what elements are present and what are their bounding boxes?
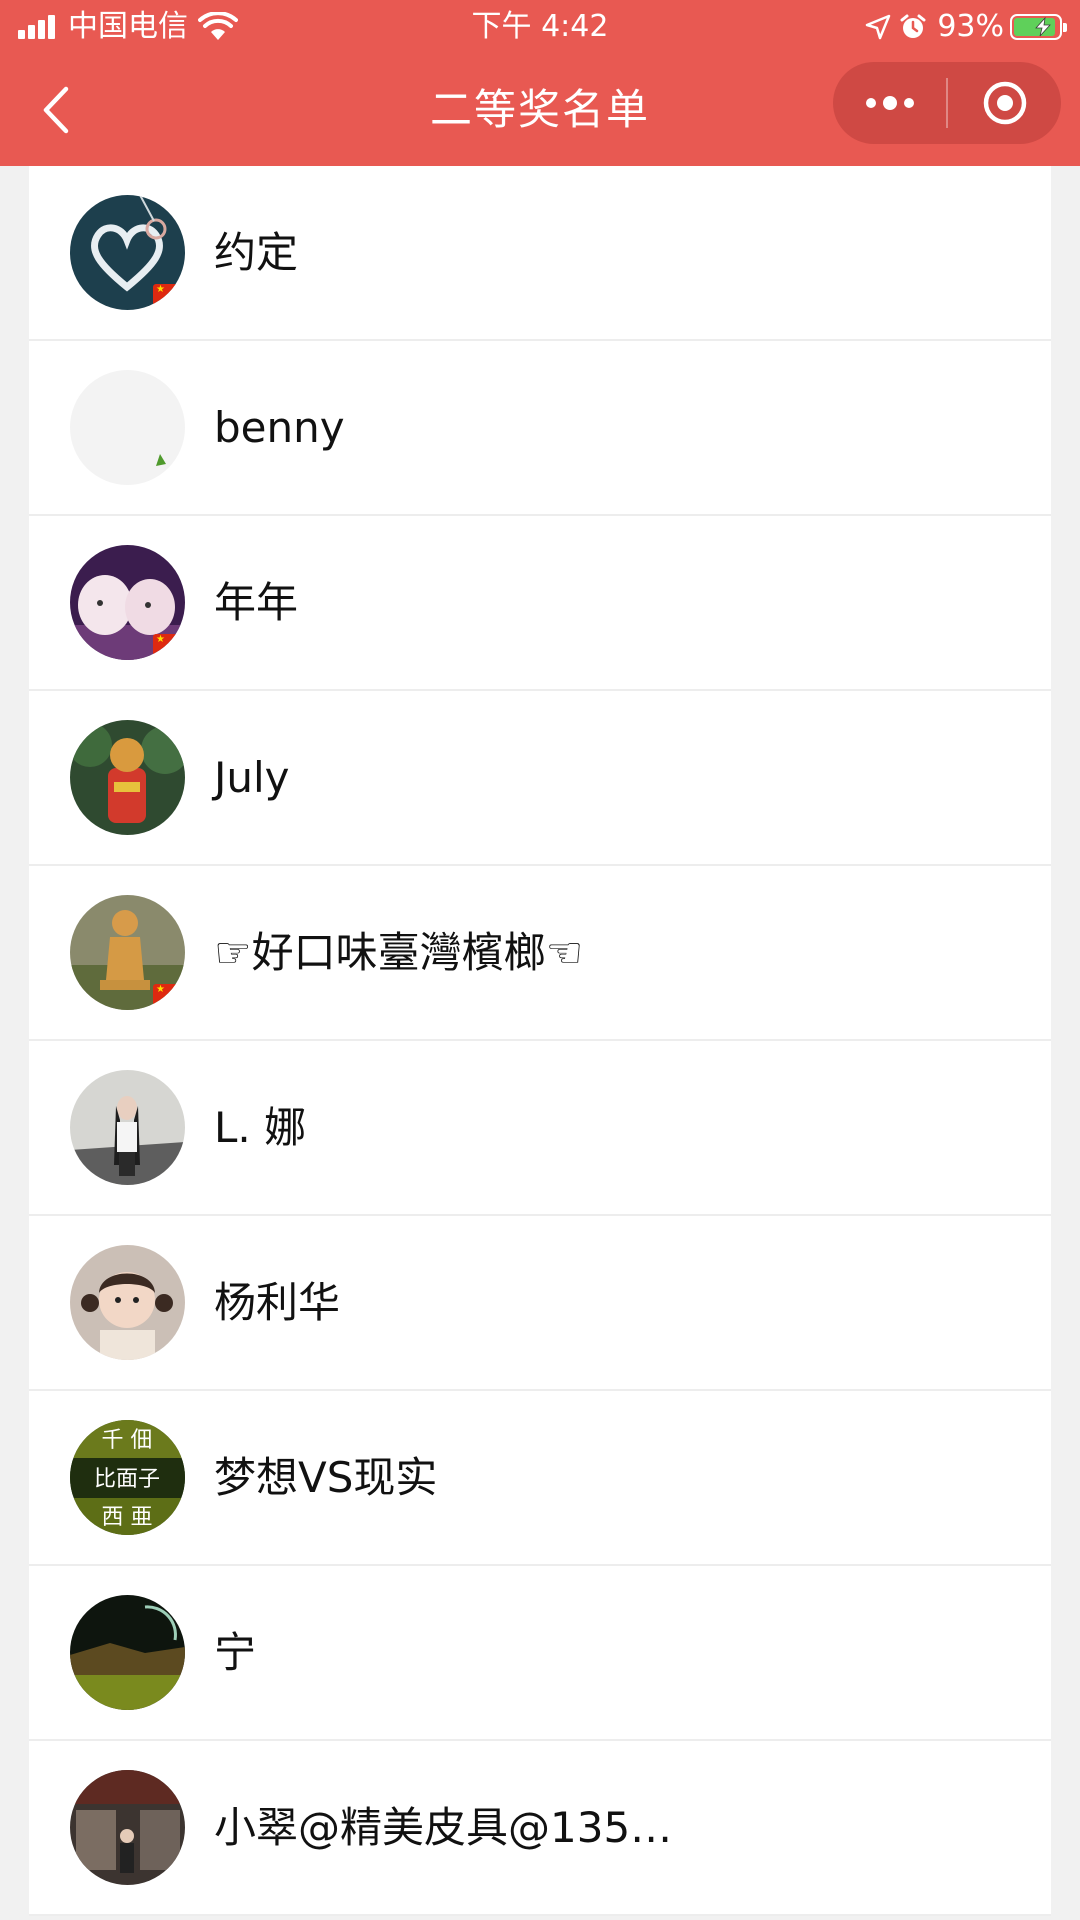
more-button[interactable]	[833, 62, 946, 144]
list-item[interactable]: 年年	[29, 516, 1051, 691]
battery-icon	[1010, 14, 1067, 40]
more-dots-icon	[865, 96, 914, 110]
alarm-icon	[900, 14, 926, 38]
winner-name: ☞好口味臺灣檳榔☜	[214, 928, 584, 977]
avatar	[70, 1770, 185, 1885]
avatar: 千 佃 比面子 西 亜	[70, 1420, 185, 1535]
avatar	[70, 545, 185, 660]
winner-name: benny	[214, 403, 345, 452]
close-mini-program-button[interactable]	[948, 62, 1061, 144]
avatar	[70, 195, 185, 310]
avatar	[70, 1070, 185, 1185]
list-item[interactable]: benny	[29, 341, 1051, 516]
avatar	[70, 370, 185, 485]
list-item[interactable]: L. 娜	[29, 1041, 1051, 1216]
winner-name: 约定	[214, 228, 299, 277]
avatar	[70, 720, 185, 835]
winner-name: 小翠@精美皮具@135…	[214, 1803, 673, 1852]
list-item[interactable]: 宁	[29, 1566, 1051, 1741]
list-item[interactable]: ☞好口味臺灣檳榔☜	[29, 866, 1051, 1041]
winner-name: 年年	[214, 578, 299, 627]
winner-name: 杨利华	[214, 1278, 341, 1327]
svg-text:比面子: 比面子	[94, 1467, 160, 1492]
target-close-icon	[983, 81, 1026, 125]
winner-name: L. 娜	[214, 1103, 307, 1152]
nav-bar: 二等奖名单	[0, 54, 1080, 166]
list-item[interactable]: 杨利华	[29, 1216, 1051, 1391]
flag-badge-icon	[153, 634, 181, 656]
list-item[interactable]: 千 佃 比面子 西 亜 梦想VS现实	[29, 1391, 1051, 1566]
winner-name: July	[214, 753, 290, 802]
avatar	[70, 1245, 185, 1360]
location-icon	[866, 14, 891, 40]
list-item[interactable]: July	[29, 691, 1051, 866]
charging-bolt-icon	[1035, 17, 1051, 37]
flag-badge-icon	[153, 284, 181, 306]
avatar	[70, 895, 185, 1010]
avatar	[70, 1595, 185, 1710]
status-bar: 中国电信 下午 4:42 93%	[0, 0, 1080, 54]
list-item[interactable]: 小翠@精美皮具@135…	[29, 1741, 1051, 1916]
header: 中国电信 下午 4:42 93% 二等奖名单	[0, 0, 1080, 166]
winner-name: 宁	[214, 1628, 257, 1677]
winner-name: 梦想VS现实	[214, 1453, 438, 1502]
winner-list: 约定 benny 年年	[29, 166, 1051, 1916]
battery-percent: 93%	[937, 9, 1004, 44]
flag-badge-icon	[153, 984, 181, 1006]
list-item[interactable]: 约定	[29, 166, 1051, 341]
mini-program-capsule	[833, 62, 1061, 144]
svg-text:千 佃: 千 佃	[102, 1428, 153, 1453]
status-right: 93%	[857, 8, 1067, 46]
svg-text:西 亜: 西 亜	[102, 1505, 153, 1530]
